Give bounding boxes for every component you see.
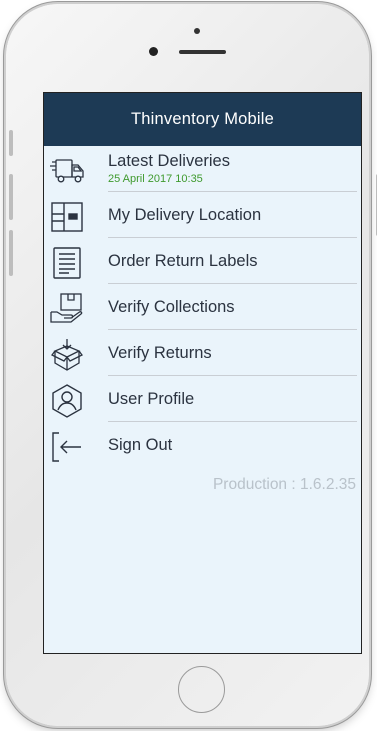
menu-item-user-profile[interactable]: User Profile — [44, 376, 361, 422]
app-screen: Thinventory Mobile Latest Deliveries 25 … — [43, 92, 362, 654]
last-delivery-timestamp: 25 April 2017 10:35 — [108, 173, 203, 185]
document-lines-icon — [49, 245, 85, 281]
main-menu: Latest Deliveries 25 April 2017 10:35 My… — [44, 146, 361, 468]
front-camera — [149, 47, 158, 56]
mute-switch — [9, 130, 13, 156]
menu-item-label: My Delivery Location — [108, 206, 262, 224]
menu-item-order-return-labels[interactable]: Order Return Labels — [44, 238, 361, 284]
menu-item-label: Sign Out — [108, 436, 173, 454]
proximity-sensor — [194, 28, 200, 34]
hand-box-icon — [49, 291, 85, 327]
menu-item-my-delivery-location[interactable]: My Delivery Location — [44, 192, 361, 238]
app-title: Thinventory Mobile — [131, 110, 274, 128]
menu-item-latest-deliveries[interactable]: Latest Deliveries 25 April 2017 10:35 — [44, 146, 361, 192]
location-layout-icon — [49, 199, 85, 235]
box-return-icon — [49, 337, 85, 373]
menu-item-verify-collections[interactable]: Verify Collections — [44, 284, 361, 330]
phone-frame: Thinventory Mobile Latest Deliveries 25 … — [6, 4, 377, 726]
menu-item-label: Verify Collections — [108, 298, 235, 316]
home-button[interactable] — [178, 666, 225, 713]
earpiece-speaker — [179, 50, 226, 54]
volume-down-button — [9, 230, 13, 276]
user-profile-icon — [49, 383, 85, 419]
delivery-truck-icon — [49, 153, 85, 189]
sign-out-icon — [49, 429, 85, 465]
menu-item-label: Order Return Labels — [108, 252, 258, 270]
menu-item-label: User Profile — [108, 390, 195, 408]
menu-item-label: Latest Deliveries — [108, 152, 230, 170]
menu-item-verify-returns[interactable]: Verify Returns — [44, 330, 361, 376]
menu-item-label: Verify Returns — [108, 344, 212, 362]
menu-item-sign-out[interactable]: Sign Out — [44, 422, 361, 468]
volume-up-button — [9, 174, 13, 220]
app-version: Production : 1.6.2.35 — [212, 476, 356, 493]
app-title-bar: Thinventory Mobile — [44, 93, 361, 146]
